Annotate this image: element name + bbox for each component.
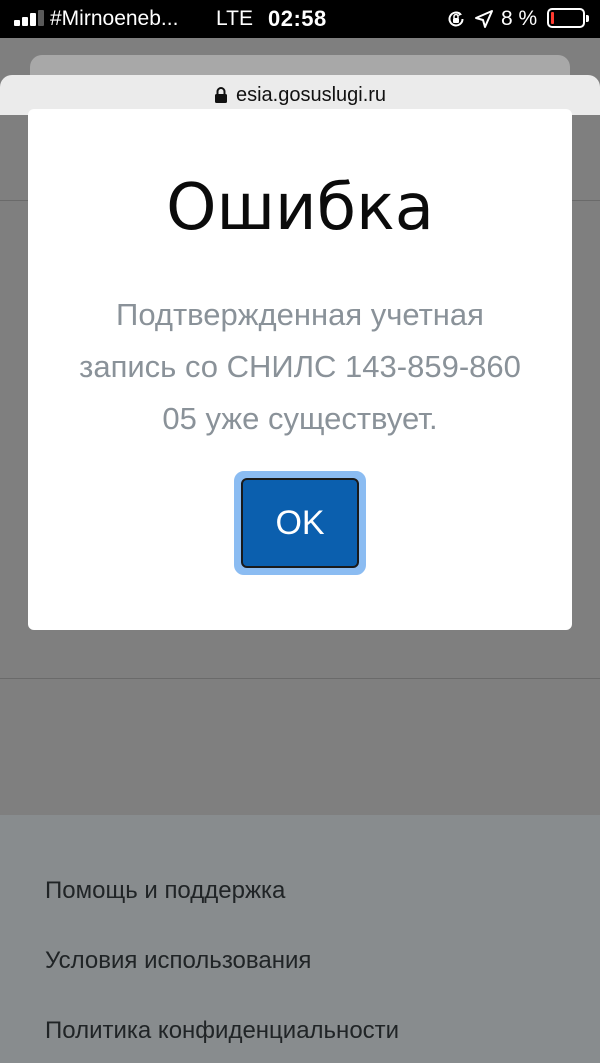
battery-level: [551, 12, 554, 24]
page-divider: [0, 678, 600, 679]
dialog-message: Подтвержденная учетная запись со СНИЛС 1…: [79, 297, 521, 436]
signal-strength-icon: [14, 10, 46, 26]
status-time: 02:58: [268, 6, 327, 31]
footer-link-terms[interactable]: Условия использования: [45, 947, 311, 975]
battery-icon: [547, 8, 589, 28]
network-type: LTE: [216, 7, 253, 30]
ok-button[interactable]: OK: [234, 471, 366, 575]
lock-icon: [214, 87, 227, 103]
error-dialog: Ошибка Подтвержденная учетная запись со …: [28, 109, 572, 630]
footer-link-privacy[interactable]: Политика конфиденциальности: [45, 1017, 399, 1045]
battery-percentage: 8 %: [501, 7, 538, 30]
status-bar: #Mirnoeneb... LTE 02:58 8 %: [0, 0, 600, 38]
rotation-lock-icon: [448, 11, 464, 27]
location-arrow-icon: [475, 10, 493, 28]
footer-link-help[interactable]: Помощь и поддержка: [45, 877, 285, 905]
ok-button-label: OK: [241, 478, 359, 568]
page-footer: Помощь и поддержка Условия использования…: [0, 815, 600, 1063]
dialog-title: Ошибка: [166, 171, 434, 245]
url-text: esia.gosuslugi.ru: [235, 83, 387, 106]
carrier-name: #Mirnoeneb...: [50, 7, 179, 30]
